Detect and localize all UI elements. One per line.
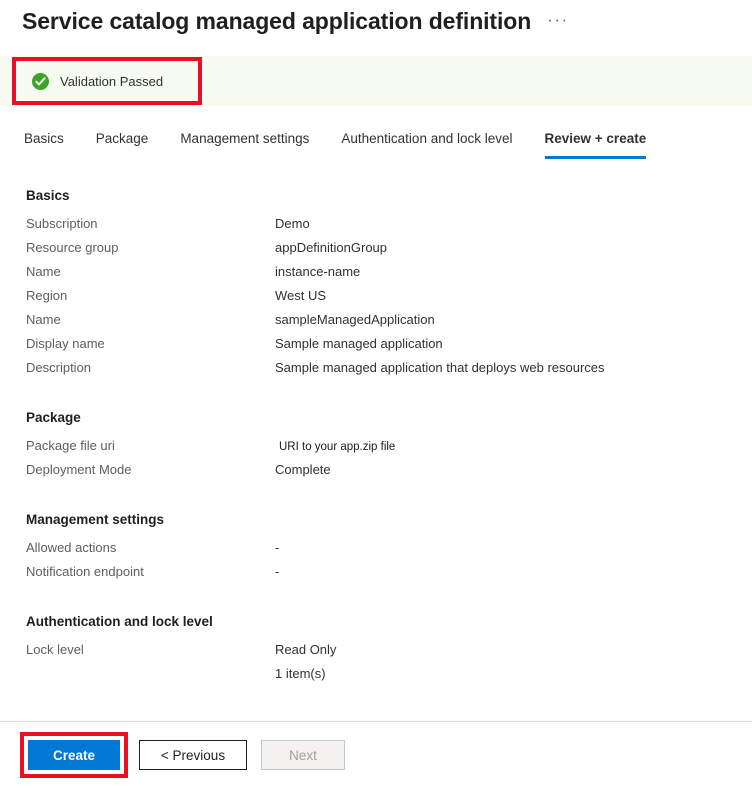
previous-button[interactable]: < Previous (139, 740, 247, 770)
next-button[interactable]: Next (261, 740, 345, 770)
tab-management-settings[interactable]: Management settings (180, 128, 309, 159)
tab-basics-label: Basics (24, 131, 64, 146)
row-resource-group: Resource group appDefinitionGroup (26, 240, 752, 264)
row-lock-level-item-count: 1 item(s) (26, 666, 752, 690)
row-description: Description Sample managed application t… (26, 360, 752, 384)
row-package-file-uri-value: URI to your app.zip file (279, 441, 396, 453)
row-display-name: Display name Sample managed application (26, 336, 752, 360)
row-region-value: West US (275, 288, 327, 303)
row-name-application-value: sampleManagedApplication (275, 312, 435, 327)
row-resource-group-value: appDefinitionGroup (275, 240, 388, 255)
tab-authentication-and-lock-level[interactable]: Authentication and lock level (341, 128, 512, 159)
row-name-instance-value: instance-name (275, 264, 361, 279)
validation-banner: Validation Passed (0, 56, 752, 106)
row-deployment-mode-value: Complete (275, 462, 331, 477)
validation-banner-content: Validation Passed (0, 56, 752, 106)
footer-divider (0, 721, 752, 722)
tab-management-settings-label: Management settings (180, 131, 310, 146)
section-management-settings: Management settings Allowed actions - No… (0, 512, 752, 588)
row-name-instance: Name instance-name (26, 264, 752, 288)
row-lock-level: Lock level Read Only (26, 642, 752, 666)
row-region: Region West US (26, 288, 752, 312)
tab-basics[interactable]: Basics (24, 128, 64, 159)
create-button[interactable]: Create (28, 740, 120, 770)
row-allowed-actions-value: - (275, 540, 280, 555)
check-circle-icon (32, 72, 49, 90)
row-lock-level-value: Read Only (275, 642, 337, 657)
section-package-title: Package (26, 410, 81, 425)
row-description-label: Description (26, 360, 92, 375)
row-allowed-actions: Allowed actions - (26, 540, 752, 564)
create-button-wrapper: Create (20, 732, 128, 778)
row-subscription: Subscription Demo (26, 216, 752, 240)
row-resource-group-label: Resource group (26, 240, 119, 255)
row-package-file-uri: Package file uri URI to your app.zip fil… (26, 438, 752, 462)
page-header: Service catalog managed application defi… (0, 0, 752, 40)
section-basics: Basics Subscription Demo Resource group … (0, 188, 752, 384)
tab-package-label: Package (95, 131, 149, 146)
row-lock-level-item-count-value: 1 item(s) (275, 666, 326, 681)
row-display-name-value: Sample managed application (275, 336, 443, 351)
row-subscription-value: Demo (275, 216, 310, 231)
section-basics-title: Basics (26, 188, 70, 203)
more-options-icon[interactable]: ··· (547, 11, 568, 28)
row-package-file-uri-label: Package file uri (26, 438, 115, 453)
section-package: Package Package file uri URI to your app… (0, 410, 752, 486)
row-region-label: Region (26, 288, 68, 303)
tab-review-create-label: Review + create (544, 131, 647, 146)
row-name-application-label: Name (26, 312, 61, 327)
wizard-tabs: Basics Package Management settings Authe… (0, 128, 752, 159)
section-authentication-and-lock-level: Authentication and lock level Lock level… (0, 614, 752, 690)
row-description-value: Sample managed application that deploys … (275, 360, 605, 375)
validation-status-text: Validation Passed (60, 73, 164, 89)
tab-review-create[interactable]: Review + create (544, 128, 647, 159)
row-lock-level-label: Lock level (26, 642, 84, 657)
row-notification-endpoint: Notification endpoint - (26, 564, 752, 588)
row-display-name-label: Display name (26, 336, 105, 351)
review-content: Basics Subscription Demo Resource group … (0, 188, 752, 690)
row-allowed-actions-label: Allowed actions (26, 540, 117, 555)
row-name-instance-label: Name (26, 264, 61, 279)
tab-package[interactable]: Package (96, 128, 149, 159)
row-notification-endpoint-label: Notification endpoint (26, 564, 144, 579)
footer-actions: Create < Previous Next (0, 732, 752, 778)
tab-authentication-and-lock-level-label: Authentication and lock level (341, 131, 513, 146)
row-name-application: Name sampleManagedApplication (26, 312, 752, 336)
section-authentication-and-lock-level-title: Authentication and lock level (26, 614, 213, 629)
row-notification-endpoint-value: - (275, 564, 280, 579)
row-deployment-mode: Deployment Mode Complete (26, 462, 752, 486)
section-management-settings-title: Management settings (26, 512, 165, 527)
page-title: Service catalog managed application defi… (22, 8, 532, 34)
row-subscription-label: Subscription (26, 216, 98, 231)
row-deployment-mode-label: Deployment Mode (26, 462, 132, 477)
